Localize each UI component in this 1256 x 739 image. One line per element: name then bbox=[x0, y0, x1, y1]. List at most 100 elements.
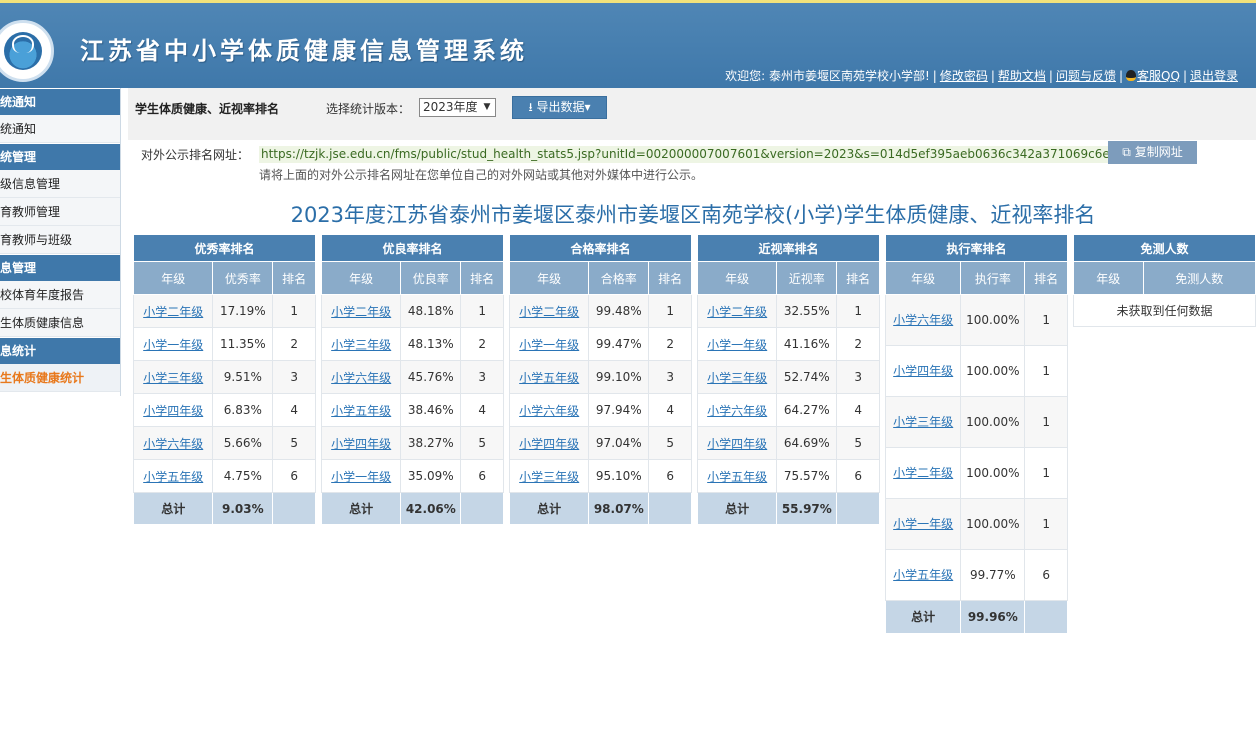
grade-link[interactable]: 小学二年级 bbox=[893, 466, 953, 480]
table-cell: 小学四年级 bbox=[132, 393, 214, 427]
grade-link[interactable]: 小学五年级 bbox=[143, 470, 203, 484]
grade-link[interactable]: 小学六年级 bbox=[331, 371, 391, 385]
table-cell: 48.13% bbox=[400, 327, 462, 361]
grade-link[interactable]: 小学五年级 bbox=[331, 404, 391, 418]
sidebar-item-health-info[interactable]: 生体质健康信息 bbox=[0, 309, 120, 337]
table-row: 小学三年级 100.00% 1 bbox=[884, 396, 1068, 448]
grade-link[interactable]: 小学一年级 bbox=[143, 338, 203, 352]
table-caption: 近视率排名 bbox=[697, 234, 880, 262]
grade-link[interactable]: 小学六年级 bbox=[893, 313, 953, 327]
grade-link[interactable]: 小学二年级 bbox=[331, 305, 391, 319]
total-cell bbox=[648, 492, 692, 525]
column-header: 合格率 bbox=[588, 261, 650, 295]
table-caption-row: 优良率排名 bbox=[321, 234, 504, 262]
grade-link[interactable]: 小学三年级 bbox=[143, 371, 203, 385]
grade-link[interactable]: 小学一年级 bbox=[707, 338, 767, 352]
grade-link[interactable]: 小学三年级 bbox=[707, 371, 767, 385]
table-cell: 2 bbox=[648, 327, 692, 361]
table-cell: 小学五年级 bbox=[508, 360, 590, 394]
table-cell: 1 bbox=[1024, 396, 1068, 448]
copy-url-label: 复制网址 bbox=[1134, 145, 1183, 159]
sidebar-item-class-info[interactable]: 级信息管理 bbox=[0, 170, 120, 198]
column-header: 近视率 bbox=[776, 261, 838, 295]
grade-link[interactable]: 小学二年级 bbox=[143, 305, 203, 319]
sidebar-section-management[interactable]: 统管理 bbox=[0, 144, 120, 170]
table-cell: 100.00% bbox=[960, 396, 1026, 448]
grade-link[interactable]: 小学一年级 bbox=[519, 338, 579, 352]
sidebar-section-notice[interactable]: 统通知 bbox=[0, 89, 120, 115]
table-caption: 合格率排名 bbox=[509, 234, 692, 262]
grade-link[interactable]: 小学三年级 bbox=[893, 415, 953, 429]
grade-link[interactable]: 小学三年级 bbox=[519, 470, 579, 484]
grade-link[interactable]: 小学四年级 bbox=[519, 437, 579, 451]
table-cell: 2 bbox=[272, 327, 316, 361]
grade-link[interactable]: 小学六年级 bbox=[519, 404, 579, 418]
service-qq-link[interactable]: 客服QQ bbox=[1137, 69, 1180, 83]
sidebar-section-stats[interactable]: 息统计 bbox=[0, 338, 120, 364]
total-cell: 9.03% bbox=[212, 492, 274, 525]
total-cell bbox=[836, 492, 880, 525]
caret-down-icon: ▾ bbox=[584, 100, 591, 114]
table-cell: 小学三年级 bbox=[320, 327, 402, 361]
logout-link[interactable]: 退出登录 bbox=[1190, 69, 1238, 83]
sidebar-item-annual-report[interactable]: 校体育年度报告 bbox=[0, 281, 120, 309]
version-select[interactable]: 2023年度 ▼ bbox=[419, 98, 496, 117]
table-header-row: 年级 合格率 排名 bbox=[508, 261, 692, 295]
table-cell: 97.04% bbox=[588, 426, 650, 460]
table-cell: 5 bbox=[272, 426, 316, 460]
grade-link[interactable]: 小学五年级 bbox=[893, 568, 953, 582]
table-cell: 小学四年级 bbox=[508, 426, 590, 460]
table-row: 小学六年级 64.27% 4 bbox=[696, 393, 880, 427]
grade-link[interactable]: 小学五年级 bbox=[519, 371, 579, 385]
total-cell: 55.97% bbox=[776, 492, 838, 525]
copy-url-button[interactable]: ⧉ 复制网址 bbox=[1108, 141, 1197, 164]
sidebar-section-info[interactable]: 息管理 bbox=[0, 255, 120, 281]
feedback-link[interactable]: 问题与反馈 bbox=[1056, 69, 1116, 83]
change-password-link[interactable]: 修改密码 bbox=[940, 69, 988, 83]
table-cell: 99.10% bbox=[588, 360, 650, 394]
table-header-row: 年级 优良率 排名 bbox=[320, 261, 504, 295]
empty-row: 未获取到任何数据 bbox=[1073, 294, 1256, 327]
table-cell: 小学六年级 bbox=[696, 393, 778, 427]
table-cell: 64.27% bbox=[776, 393, 838, 427]
grade-link[interactable]: 小学一年级 bbox=[893, 517, 953, 531]
table-cell: 小学五年级 bbox=[132, 459, 214, 493]
public-url-value[interactable]: https://tzjk.jse.edu.cn/fms/public/stud_… bbox=[259, 146, 1120, 163]
table-cell: 100.00% bbox=[960, 498, 1026, 550]
total-cell: 99.96% bbox=[960, 600, 1026, 634]
total-row: 总计 98.07% bbox=[508, 492, 692, 525]
table-cell: 小学六年级 bbox=[320, 360, 402, 394]
system-title: 江苏省中小学体质健康信息管理系统 bbox=[80, 37, 528, 65]
grade-link[interactable]: 小学二年级 bbox=[519, 305, 579, 319]
grade-link[interactable]: 小学二年级 bbox=[707, 305, 767, 319]
sidebar-item-teacher-classes[interactable]: 育教师与班级 bbox=[0, 226, 120, 254]
table-row: 小学三年级 95.10% 6 bbox=[508, 459, 692, 493]
grade-link[interactable]: 小学三年级 bbox=[331, 338, 391, 352]
grade-link[interactable]: 小学四年级 bbox=[707, 437, 767, 451]
total-cell: 42.06% bbox=[400, 492, 462, 525]
table-cell: 100.00% bbox=[960, 345, 1026, 397]
total-cell: 总计 bbox=[132, 492, 214, 525]
table-cell: 3 bbox=[836, 360, 880, 394]
grade-link[interactable]: 小学四年级 bbox=[143, 404, 203, 418]
help-docs-link[interactable]: 帮助文档 bbox=[998, 69, 1046, 83]
export-data-button[interactable]: ⭳ 导出数据▾ bbox=[512, 96, 607, 119]
sidebar-item-teachers[interactable]: 育教师管理 bbox=[0, 198, 120, 226]
table-row: 小学五年级 38.46% 4 bbox=[320, 393, 504, 427]
total-cell bbox=[1024, 600, 1068, 634]
table-cell: 6 bbox=[272, 459, 316, 493]
table-cell: 75.57% bbox=[776, 459, 838, 493]
table-row: 小学一年级 100.00% 1 bbox=[884, 498, 1068, 550]
grade-link[interactable]: 小学四年级 bbox=[893, 364, 953, 378]
grade-link[interactable]: 小学一年级 bbox=[331, 470, 391, 484]
table-row: 小学二年级 48.18% 1 bbox=[320, 294, 504, 328]
chevron-down-icon: ▼ bbox=[483, 102, 491, 112]
grade-link[interactable]: 小学五年级 bbox=[707, 470, 767, 484]
grade-link[interactable]: 小学六年级 bbox=[143, 437, 203, 451]
grade-link[interactable]: 小学四年级 bbox=[331, 437, 391, 451]
column-header: 排名 bbox=[1024, 261, 1068, 295]
total-cell: 总计 bbox=[696, 492, 778, 525]
grade-link[interactable]: 小学六年级 bbox=[707, 404, 767, 418]
sidebar-item-notice[interactable]: 统通知 bbox=[0, 115, 120, 143]
sidebar-item-health-stats[interactable]: 生体质健康统计 bbox=[0, 364, 120, 392]
